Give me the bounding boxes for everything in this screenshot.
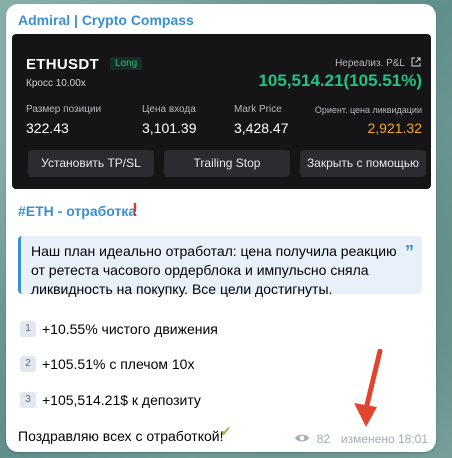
quote-text: Наш план идеально отработал: цена получи… [31, 243, 397, 297]
stat-label-liquidation: Ориент. цена ликвидации [314, 105, 422, 115]
list-number-2: 2 [20, 356, 36, 372]
message-hashtag[interactable]: #ETH - отработка [18, 203, 136, 219]
stat-value-liquidation: 2,921.32 [367, 120, 423, 136]
list-number-3: 3 [20, 392, 36, 408]
pnl-label: Нереализ. P&L [335, 58, 405, 69]
red-exclamation-icon: ! [132, 200, 138, 220]
pnl-value: 105,514.21(105.51%) [258, 71, 422, 90]
stat-label-mark: Mark Price [234, 104, 282, 115]
list-item: +105,514.21$ к депозиту [42, 392, 201, 408]
stat-value-entry: 3,101.39 [142, 120, 197, 136]
external-link-icon[interactable] [410, 56, 422, 68]
margin-mode: Кросс 10.00x [26, 78, 86, 89]
stat-label-entry: Цена входа [142, 104, 196, 115]
quote-block: Наш план идеально отработал: цена получи… [18, 236, 422, 297]
list-item: +10.55% чистого движения [42, 321, 218, 337]
close-with-button[interactable]: Закрыть с помощью [300, 150, 426, 177]
set-tpsl-button[interactable]: Установить TP/SL [28, 150, 154, 177]
message-bubble: Admiral | Crypto Compass ETHUSDT Long Кр… [6, 4, 436, 452]
trading-pair: ETHUSDT [26, 56, 99, 73]
quote-icon: ” [405, 242, 414, 262]
view-count: 82 [316, 432, 330, 446]
stat-value-size: 322.43 [26, 120, 69, 136]
closing-text: Поздравляю всех с отработкой! [18, 428, 224, 444]
red-arrow-annotation [354, 349, 383, 427]
channel-title[interactable]: Admiral | Crypto Compass [18, 12, 194, 28]
trailing-stop-button[interactable]: Trailing Stop [164, 150, 290, 177]
eye-icon [295, 434, 309, 442]
stat-value-mark: 3,428.47 [234, 120, 289, 136]
side-badge: Long [110, 57, 143, 70]
stat-label-size: Размер позиции [26, 104, 102, 115]
position-card: ETHUSDT Long Кросс 10.00x Нереализ. P&L … [12, 34, 431, 189]
list-item: +105.51% с плечом 10x [42, 356, 195, 372]
edited-timestamp: изменено 18:01 [340, 432, 428, 446]
check-mark-icon: ✔ [220, 423, 232, 439]
list-number-1: 1 [20, 321, 36, 337]
